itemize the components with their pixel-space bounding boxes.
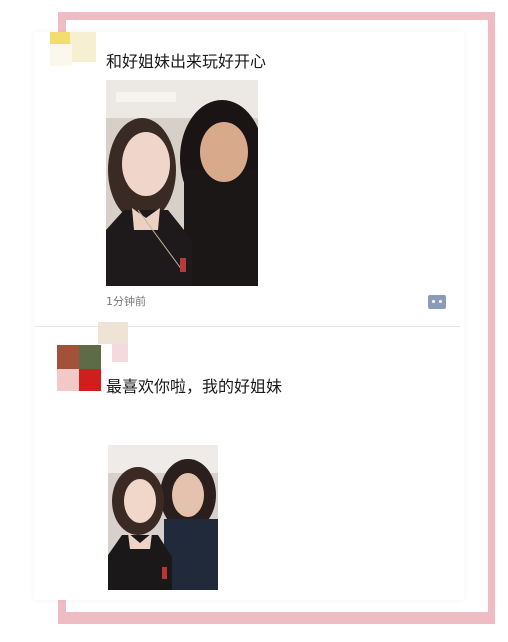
avatar[interactable] <box>50 32 102 68</box>
post-photo[interactable] <box>106 80 258 286</box>
avatar[interactable] <box>57 345 101 391</box>
post-text: 和好姐妹出来玩好开心 <box>106 52 267 71</box>
comment-icon[interactable] <box>428 295 446 309</box>
post-photo[interactable] <box>108 445 218 590</box>
decoration <box>98 322 128 362</box>
post-text: 最喜欢你啦，我的好姐妹 <box>106 377 283 396</box>
post-time: 1分钟前 <box>106 295 146 308</box>
